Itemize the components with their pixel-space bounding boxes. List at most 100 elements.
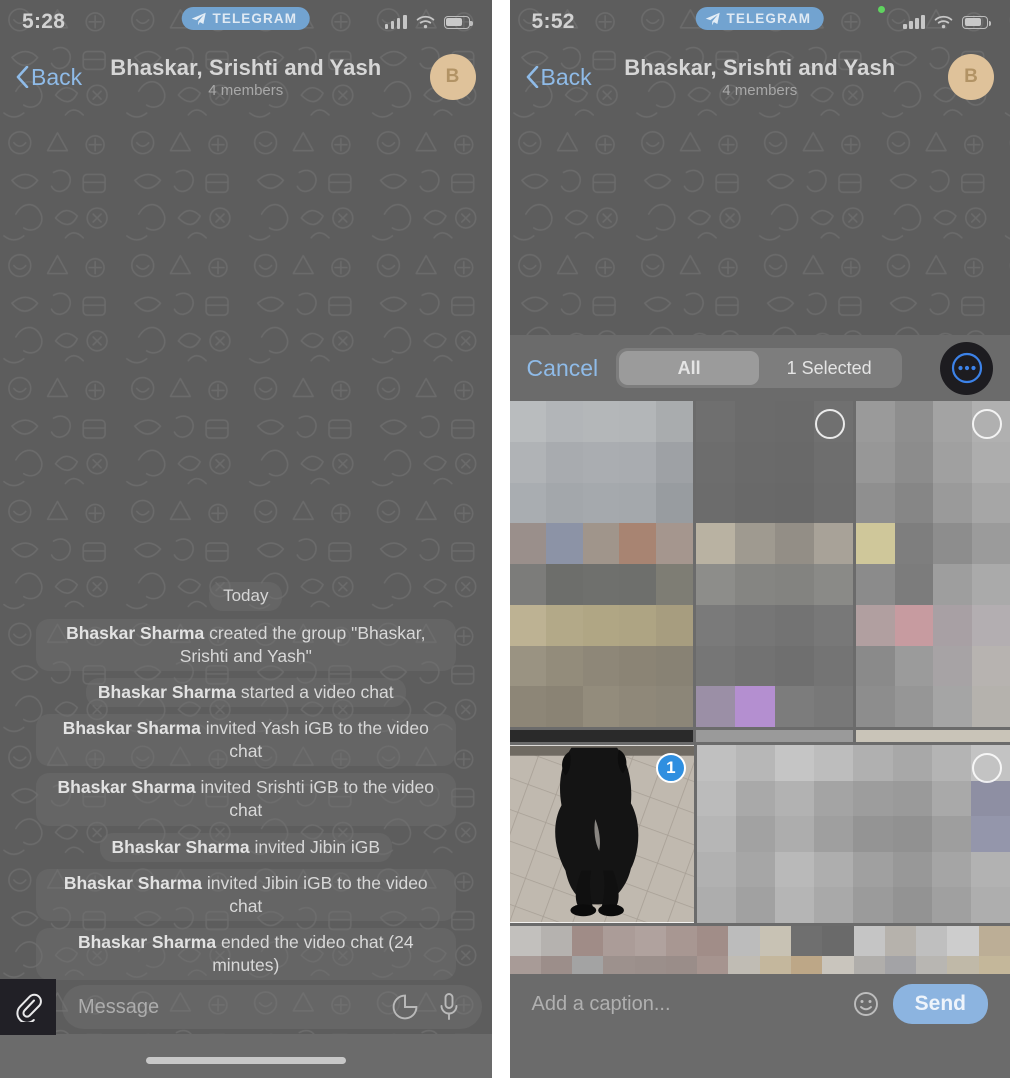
service-message: Bhaskar Sharma invited Jibin iGB to the … xyxy=(35,868,456,921)
chat-header: Back Bhaskar, Srishti and Yash 4 members… xyxy=(510,44,1010,110)
message-actor: Bhaskar Sharma xyxy=(63,872,202,893)
media-picker-sheet: Cancel All 1 Selected 1 xyxy=(509,335,1010,1078)
message-actor: Bhaskar Sharma xyxy=(77,931,217,952)
bottom-safe-area xyxy=(509,1034,1010,1078)
more-options-button[interactable] xyxy=(940,341,993,395)
back-button[interactable]: Back xyxy=(526,64,592,91)
photo-thumbnail[interactable] xyxy=(695,730,854,742)
bottom-safe-area xyxy=(0,1034,492,1078)
service-message: Bhaskar Sharma ended the video chat (24 … xyxy=(35,927,456,980)
chat-header: Back Bhaskar, Srishti and Yash 4 members… xyxy=(0,44,492,110)
status-bar: 5:28 TELEGRAM xyxy=(0,0,492,44)
status-indicators xyxy=(384,15,473,29)
phone-left: 5:28 TELEGRAM Back Bhaskar, Srishti and … xyxy=(0,0,492,1078)
paperclip-icon xyxy=(16,993,42,1022)
service-message: Bhaskar Sharma invited Srishti iGB to th… xyxy=(35,773,456,826)
avatar[interactable]: B xyxy=(948,54,994,100)
more-dots-icon xyxy=(951,352,982,384)
message-actor: Bhaskar Sharma xyxy=(57,777,196,798)
tab-selected[interactable]: 1 Selected xyxy=(759,351,899,385)
smiley-icon[interactable] xyxy=(853,991,879,1017)
service-message: Bhaskar Sharma created the group "Bhaska… xyxy=(35,618,456,672)
send-button[interactable]: Send xyxy=(892,984,988,1024)
telegram-plane-icon xyxy=(705,12,720,25)
battery-icon xyxy=(443,15,473,29)
photo-pixels xyxy=(856,401,1010,727)
select-circle[interactable] xyxy=(972,753,1002,783)
cellular-signal-icon xyxy=(903,15,925,29)
chat-title-block[interactable]: Bhaskar, Srishti and Yash 4 members xyxy=(624,55,895,99)
service-message: Bhaskar Sharma invited Yash iGB to the v… xyxy=(35,714,456,767)
status-indicators xyxy=(903,15,991,29)
picker-tabs: All 1 Selected xyxy=(616,348,903,388)
microphone-icon[interactable] xyxy=(436,992,462,1022)
telegram-plane-icon xyxy=(191,12,206,25)
carrier-badge: TELEGRAM xyxy=(695,7,825,30)
picker-toolbar: Cancel All 1 Selected xyxy=(510,335,1010,401)
carrier-label: TELEGRAM xyxy=(726,11,812,26)
message-input-bar: Message xyxy=(0,979,492,1035)
service-message: Bhaskar Sharma invited Jibin iGB xyxy=(99,832,393,862)
message-actor: Bhaskar Sharma xyxy=(62,718,201,739)
photo-thumbnail[interactable] xyxy=(509,401,693,727)
screenshot-stage: 5:28 TELEGRAM Back Bhaskar, Srishti and … xyxy=(0,0,1010,1078)
cancel-button[interactable]: Cancel xyxy=(527,355,599,382)
message-input[interactable]: Message xyxy=(62,985,482,1029)
cellular-signal-icon xyxy=(384,15,407,29)
message-text: invited Srishti iGB to the video chat xyxy=(195,777,434,821)
photo-thumbnail[interactable] xyxy=(695,401,854,727)
chevron-left-icon xyxy=(16,66,29,88)
carrier-badge: TELEGRAM xyxy=(181,7,311,30)
chat-title-block[interactable]: Bhaskar, Srishti and Yash 4 members xyxy=(110,55,381,99)
back-label: Back xyxy=(31,63,83,90)
caption-placeholder[interactable]: Add a caption... xyxy=(532,993,671,1016)
status-bar: 5:52 TELEGRAM xyxy=(510,0,1010,44)
chat-title: Bhaskar, Srishti and Yash xyxy=(110,55,382,80)
back-button[interactable]: Back xyxy=(16,64,82,91)
message-text: invited Yash iGB to the video chat xyxy=(200,718,429,762)
photo-thumbnail[interactable] xyxy=(856,730,1010,742)
home-indicator xyxy=(145,1057,346,1064)
chat-subtitle: 4 members xyxy=(208,82,284,99)
message-actor: Bhaskar Sharma xyxy=(66,622,205,643)
selection-badge[interactable]: 1 xyxy=(655,753,686,783)
message-actor: Bhaskar Sharma xyxy=(97,682,237,703)
day-separator: Today xyxy=(209,582,283,611)
back-label: Back xyxy=(540,63,592,90)
message-text: started a video chat xyxy=(236,682,394,703)
message-text: invited Jibin iGB to the video chat xyxy=(201,872,428,916)
service-message: Bhaskar Sharma started a video chat xyxy=(85,678,406,708)
avatar[interactable]: B xyxy=(429,54,476,100)
photo-pixels xyxy=(696,745,1010,923)
photo-thumbnail-selected[interactable]: 1 xyxy=(509,745,694,923)
photo-grid-row xyxy=(509,730,1010,742)
photo-thumbnail[interactable] xyxy=(509,730,693,742)
tab-all[interactable]: All xyxy=(619,351,760,385)
message-text: ended the video chat (24 minutes) xyxy=(212,931,414,975)
message-text: invited Jibin iGB xyxy=(249,836,381,857)
recording-indicator-icon xyxy=(877,6,885,13)
battery-icon xyxy=(962,15,991,29)
photo-thumbnail[interactable] xyxy=(696,745,1010,923)
select-circle[interactable] xyxy=(972,409,1002,439)
message-placeholder: Message xyxy=(78,995,160,1018)
chat-subtitle: 4 members xyxy=(722,82,798,99)
photo-thumbnail[interactable] xyxy=(856,401,1010,727)
status-time: 5:52 xyxy=(531,10,575,33)
photo-grid-row xyxy=(509,401,1010,727)
photo-grid-row: 1 xyxy=(509,745,1010,923)
message-actor: Bhaskar Sharma xyxy=(111,836,250,857)
caption-bar: Add a caption... Send xyxy=(509,974,1010,1034)
wifi-icon xyxy=(934,15,953,29)
input-tools xyxy=(392,992,466,1022)
sticker-icon[interactable] xyxy=(392,994,418,1020)
status-time: 5:28 xyxy=(22,10,66,33)
message-list: Today Bhaskar Sharma created the group "… xyxy=(0,582,492,980)
message-text: created the group "Bhaskar, Srishti and … xyxy=(179,622,426,666)
carrier-label: TELEGRAM xyxy=(212,11,298,26)
caption-actions: Send xyxy=(853,984,988,1024)
wifi-icon xyxy=(416,15,434,29)
photo-pixels xyxy=(695,401,854,727)
attach-button[interactable] xyxy=(0,979,56,1035)
photo-pixels xyxy=(509,401,693,727)
